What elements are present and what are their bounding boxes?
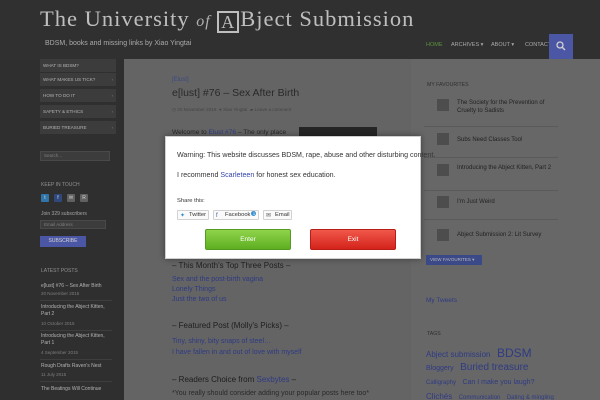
exit-button[interactable]: Exit <box>310 229 396 250</box>
email-icon: ✉ <box>266 213 272 219</box>
content-warning-dialog: Warning: This website discusses BDSM, ra… <box>165 136 435 259</box>
share-count-badge: 1 <box>251 211 257 216</box>
share-label: Share this: <box>177 198 205 204</box>
facebook-icon: f <box>216 213 218 219</box>
share-facebook-label: Facebook <box>225 212 251 218</box>
recommend-text: for honest sex education. <box>256 171 336 179</box>
share-facebook-button[interactable]: f Facebook 1 <box>213 210 259 220</box>
twitter-icon: ✦ <box>180 213 186 219</box>
enter-button[interactable]: Enter <box>205 229 291 250</box>
scarleteen-link[interactable]: Scarleteen <box>220 171 254 179</box>
warning-text: Warning: This website discusses BDSM, ra… <box>177 151 436 159</box>
recommend-text: I recommend <box>177 171 219 179</box>
share-twitter-label: Twitter <box>189 212 207 218</box>
share-twitter-button[interactable]: ✦ Twitter <box>177 210 209 220</box>
share-email-button[interactable]: ✉ Email <box>263 210 292 220</box>
recommendation-text: I recommend Scarleteen for honest sex ed… <box>177 171 336 179</box>
share-email-label: Email <box>275 212 290 218</box>
